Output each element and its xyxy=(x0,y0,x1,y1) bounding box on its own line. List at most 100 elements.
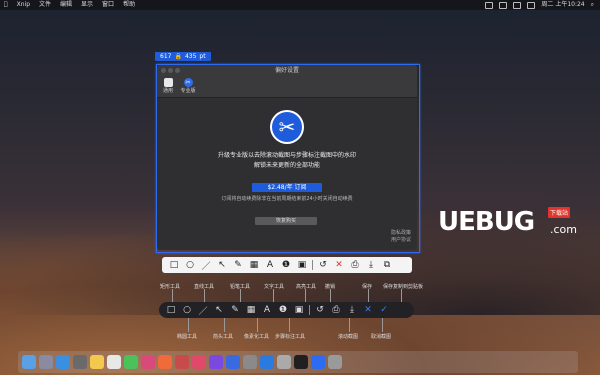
pixelate-tool-icon[interactable]: ▦ xyxy=(245,304,257,316)
label-tick xyxy=(188,318,189,332)
lock-icon[interactable]: 🔒 xyxy=(174,52,181,61)
save-icon[interactable]: ⤓ xyxy=(365,259,377,271)
app-icon[interactable] xyxy=(260,355,274,369)
finder-icon[interactable] xyxy=(22,355,36,369)
music-icon[interactable] xyxy=(192,355,206,369)
undo-icon[interactable]: ↺ xyxy=(314,304,326,316)
label-tick xyxy=(273,289,274,302)
tab-pro[interactable]: ✂ 专业版 xyxy=(180,77,196,97)
tab-general[interactable]: 通用 xyxy=(160,77,176,97)
app-store-icon[interactable] xyxy=(226,355,240,369)
app-icon[interactable] xyxy=(158,355,172,369)
text-tool-icon[interactable]: A xyxy=(264,259,276,271)
apple-menu-icon[interactable]:  xyxy=(4,0,8,10)
line-tool-icon[interactable]: ／ xyxy=(197,304,209,317)
tab-general-label: 通用 xyxy=(162,88,173,94)
line-tool-icon[interactable]: ／ xyxy=(200,259,212,272)
label-text-tool: 文字工具 xyxy=(264,284,285,290)
minimize-window-button[interactable] xyxy=(168,68,173,73)
upgrade-text-line1: 升级专业版以去除滚动截图与步骤标注截图中的水印 xyxy=(217,152,356,159)
search-icon[interactable]: ⌕ xyxy=(591,0,594,10)
label-tick xyxy=(330,289,331,302)
label-tick xyxy=(305,289,306,302)
system-preferences-icon[interactable] xyxy=(243,355,257,369)
tab-pro-label: 专业版 xyxy=(180,88,196,94)
undo-icon[interactable]: ↺ xyxy=(317,259,329,271)
close-window-button[interactable] xyxy=(161,68,166,73)
confirm-icon[interactable]: ✓ xyxy=(378,304,390,316)
menu-help[interactable]: 帮助 xyxy=(123,0,135,10)
photos-icon[interactable] xyxy=(141,355,155,369)
label-tick xyxy=(401,289,402,302)
pixelate-tool-icon[interactable]: ▦ xyxy=(248,259,260,271)
subscribe-button[interactable]: $2.48/年 订阅 xyxy=(252,183,322,192)
toolbar-divider xyxy=(312,260,313,270)
ellipse-tool-icon[interactable]: ○ xyxy=(184,259,196,271)
rectangle-tool-icon[interactable]: □ xyxy=(168,259,180,271)
arrow-tool-icon[interactable]: ↖ xyxy=(216,259,228,271)
window-titlebar: 偏好设置 xyxy=(157,65,417,77)
prefs-tabs: 通用 ✂ 专业版 xyxy=(157,77,417,98)
clock[interactable]: 周二 上午10:24 xyxy=(541,0,584,10)
label-pencil-tool: 铅笔工具 xyxy=(230,284,251,290)
menu-file[interactable]: 文件 xyxy=(39,0,51,10)
subscription-note: 订阅将自动续费除非在当前周期结束前24小时关闭自动续费 xyxy=(221,196,353,202)
menu-app-name[interactable]: Xnip xyxy=(17,0,30,10)
xnip-icon[interactable] xyxy=(311,355,325,369)
upgrade-text-line2: 解锁未来更新的全部功能 xyxy=(253,162,320,169)
label-arrow-tool: 箭头工具 xyxy=(213,334,234,340)
save-icon[interactable]: ⤓ xyxy=(346,304,358,316)
menu-window[interactable]: 窗口 xyxy=(102,0,114,10)
label-ellipse-tool: 椭圆工具 xyxy=(177,334,198,340)
restore-purchase-button[interactable]: 恢复购买 xyxy=(255,217,317,225)
label-cancel-capture: 取消截图 xyxy=(371,334,392,340)
scroll-capture-icon[interactable]: ⎙ xyxy=(330,304,342,316)
highlight-tool-icon[interactable]: ▣ xyxy=(296,259,308,271)
podcasts-icon[interactable] xyxy=(209,355,223,369)
safari-icon[interactable] xyxy=(56,355,70,369)
zoom-window-button[interactable] xyxy=(175,68,180,73)
app-icon[interactable] xyxy=(73,355,87,369)
wifi-icon[interactable] xyxy=(513,1,522,9)
label-line-tool: 直线工具 xyxy=(194,284,215,290)
label-scroll-capture: 滚动截图 xyxy=(338,334,359,340)
trash-icon[interactable] xyxy=(328,355,342,369)
privacy-policy-link[interactable]: 隐私政策 xyxy=(391,230,411,237)
text-tool-icon[interactable]: A xyxy=(261,304,273,316)
pencil-tool-icon[interactable]: ✎ xyxy=(232,259,244,271)
label-step-tool: 步骤标注工具 xyxy=(275,334,306,340)
ellipse-tool-icon[interactable]: ○ xyxy=(181,304,193,316)
toolbar-divider xyxy=(309,305,310,315)
messages-icon[interactable] xyxy=(124,355,138,369)
site-watermark: UEBUG 下载站 .com xyxy=(438,205,588,245)
cancel-icon[interactable]: ✕ xyxy=(362,304,374,316)
launchpad-icon[interactable] xyxy=(39,355,53,369)
step-tool-icon[interactable]: ❶ xyxy=(277,304,289,316)
highlight-tool-icon[interactable]: ▣ xyxy=(293,304,305,316)
label-tick xyxy=(289,318,290,332)
scroll-capture-icon[interactable]: ⎙ xyxy=(349,259,361,271)
cancel-icon[interactable]: ✕ xyxy=(333,259,345,271)
app-icon[interactable] xyxy=(175,355,189,369)
status-icon[interactable] xyxy=(485,1,494,9)
pencil-tool-icon[interactable]: ✎ xyxy=(229,304,241,316)
menu-edit[interactable]: 编辑 xyxy=(60,0,72,10)
rectangle-tool-icon[interactable]: □ xyxy=(165,304,177,316)
watermark-logo-text: UEBUG xyxy=(438,207,535,237)
terms-link[interactable]: 用户协议 xyxy=(391,237,411,244)
label-tick xyxy=(172,289,173,302)
terminal-icon[interactable] xyxy=(294,355,308,369)
menu-view[interactable]: 显示 xyxy=(81,0,93,10)
notes-icon[interactable] xyxy=(90,355,104,369)
app-icon[interactable] xyxy=(277,355,291,369)
battery-icon[interactable] xyxy=(527,1,536,9)
step-tool-icon[interactable]: ❶ xyxy=(280,259,292,271)
annotation-toolbar-light: □ ○ ／ ↖ ✎ ▦ A ❶ ▣ ↺ ✕ ⎙ ⤓ ⧉ xyxy=(162,257,412,273)
arrow-tool-icon[interactable]: ↖ xyxy=(213,304,225,316)
calendar-icon[interactable] xyxy=(107,355,121,369)
watermark-badge: 下载站 xyxy=(548,207,571,218)
label-rectangle-tool: 矩形工具 xyxy=(160,284,181,290)
label-tick xyxy=(204,289,205,302)
copy-icon[interactable]: ⧉ xyxy=(381,259,393,271)
status-icon[interactable] xyxy=(499,1,508,9)
